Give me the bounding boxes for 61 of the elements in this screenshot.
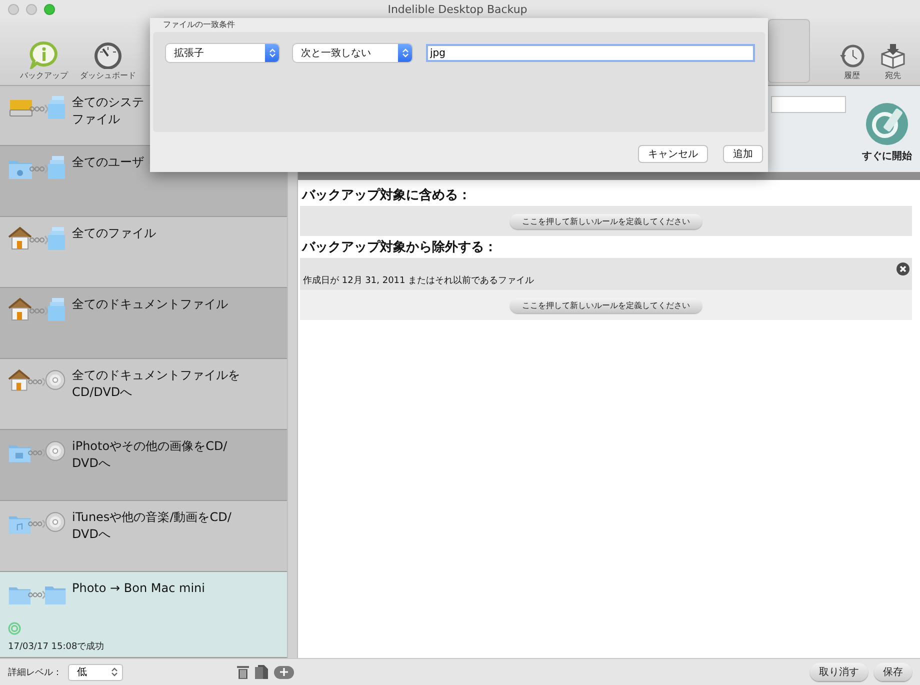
stepper-icon	[111, 667, 118, 677]
disc-icon	[45, 509, 66, 535]
remove-icon[interactable]	[896, 262, 910, 276]
folders-icon	[48, 225, 66, 251]
backup-set-item[interactable]: 全てのドキュメントファイルを CD/DVDへ	[0, 359, 287, 430]
folders-icon	[48, 154, 66, 180]
detail-level-select[interactable]: 低	[68, 664, 123, 680]
add-rule-button[interactable]: ここを押して新しいルールを定義してください	[510, 214, 702, 229]
backup-set-name: 全てのユーザ	[72, 154, 144, 171]
add-button[interactable]	[274, 666, 294, 678]
backup-set-name: 全てのドキュメントファイル	[72, 296, 228, 313]
disc-icon	[45, 438, 66, 464]
toolbar-button[interactable]: 宛先	[872, 43, 914, 81]
status-panel	[768, 19, 810, 83]
rule-text: 作成日が 12月 31, 2011 またはそれ以前であるファイル	[303, 274, 534, 287]
add-button[interactable]: 追加	[723, 145, 763, 163]
revert-button[interactable]: 取り消す	[810, 663, 868, 681]
backup-set-name: 全てのドキュメントファイルを CD/DVDへ	[72, 367, 240, 401]
attribute-popup[interactable]: 拡張子	[166, 44, 279, 62]
detail-level-label: 詳細レベル：	[8, 666, 62, 678]
folders-icon	[48, 94, 66, 120]
backup-set-name: Photo → Bon Mac mini	[72, 580, 205, 597]
section-heading: バックアップ対象に含める：	[300, 186, 472, 205]
operator-popup[interactable]: 次と一致しない	[293, 44, 412, 62]
add-rule-button[interactable]: ここを押して新しいルールを定義してください	[510, 298, 702, 313]
backup-set-name: iTunesや他の音楽/動画をCD/ DVDへ	[72, 509, 232, 543]
value-field[interactable]: jpg	[426, 44, 755, 62]
toolbar-button[interactable]: ダッシュボード	[74, 41, 142, 81]
backup-set-item[interactable]: 全てのドキュメントファイル	[0, 288, 287, 359]
sheet-title: ファイルの一致条件	[162, 19, 236, 31]
status-text: 17/03/17 15:08で成功	[8, 640, 106, 653]
trash-icon[interactable]	[237, 665, 249, 679]
clock-icon	[838, 43, 866, 69]
toolbar-button[interactable]: 履歴	[832, 43, 872, 81]
gauge-icon	[93, 41, 123, 69]
disc-icon	[45, 367, 66, 393]
zoom-button[interactable]	[44, 4, 55, 14]
backup-set-item[interactable]: iPhotoやその他の画像をCD/ DVDへ	[0, 430, 287, 501]
backup-set-name: 全てのファイル	[72, 225, 156, 242]
backup-set-name: iPhotoやその他の画像をCD/ DVDへ	[72, 438, 228, 472]
section-heading: バックアップ対象から除外する：	[300, 238, 498, 257]
status-ring-icon	[8, 622, 21, 635]
window-title: Indelible Desktop Backup	[386, 2, 528, 16]
close-button[interactable]	[8, 4, 19, 14]
tube-icon	[865, 102, 909, 146]
stepper-icon	[402, 48, 408, 58]
backup-set-name: 全てのシステ ファイル	[72, 94, 144, 128]
cancel-button[interactable]: キャンセル	[638, 145, 708, 163]
plus-icon	[280, 668, 288, 676]
save-button[interactable]: 保存	[874, 663, 912, 681]
info-icon	[29, 41, 59, 69]
start-now-button[interactable]: すぐに開始	[862, 102, 912, 163]
backup-set-item[interactable]: 全てのファイル	[0, 217, 287, 288]
backup-set-item[interactable]: Photo → Bon Mac mini 17/03/17 15:08で成功	[0, 572, 287, 658]
backup-set-item[interactable]: iTunesや他の音楽/動画をCD/ DVDへ	[0, 501, 287, 572]
folders-icon	[48, 296, 66, 322]
toolbar-button[interactable]: バックアップ	[14, 41, 74, 81]
minimize-button[interactable]	[26, 4, 37, 14]
document-icon[interactable]	[255, 665, 268, 679]
stepper-icon	[268, 48, 276, 58]
text-field[interactable]	[771, 96, 846, 113]
